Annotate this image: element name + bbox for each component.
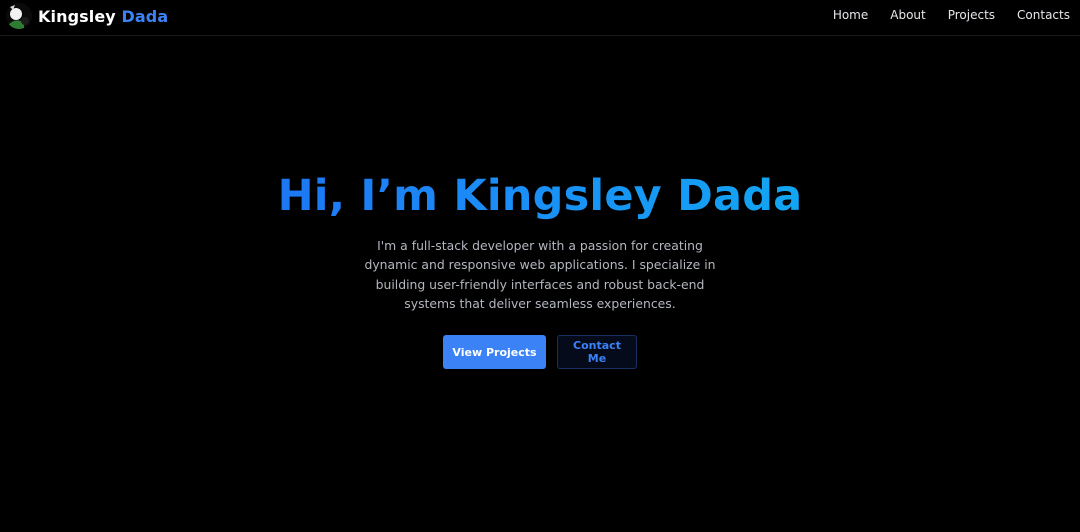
navbar: Kingsley Dada Home About Projects Contac… (0, 0, 1080, 36)
hero-title: Hi, I’m Kingsley Dada (0, 160, 1080, 232)
contact-me-button[interactable]: Contact Me (557, 335, 637, 370)
brand-name: Kingsley Dada (38, 7, 168, 26)
page: Kingsley Dada Home About Projects Contac… (0, 0, 1080, 532)
view-projects-button[interactable]: View Projects (443, 335, 546, 370)
brand-logo-link[interactable]: Kingsley Dada (6, 2, 168, 30)
nav-link-home[interactable]: Home (833, 8, 868, 22)
nav-link-about[interactable]: About (890, 8, 925, 22)
hero-actions: View Projects Contact Me (0, 335, 1080, 370)
brand-last-name: Dada (121, 6, 169, 26)
avatar (6, 3, 32, 29)
nav-links: Home About Projects Contacts (833, 0, 1070, 30)
nav-link-contacts[interactable]: Contacts (1017, 8, 1070, 22)
avatar-photo-icon (6, 3, 32, 29)
hero-section: Hi, I’m Kingsley Dada I'm a full-stack d… (0, 160, 1080, 370)
nav-link-projects[interactable]: Projects (948, 8, 995, 22)
brand-first-name: Kingsley (38, 6, 116, 26)
hero-description: I'm a full-stack developer with a passio… (364, 238, 716, 311)
